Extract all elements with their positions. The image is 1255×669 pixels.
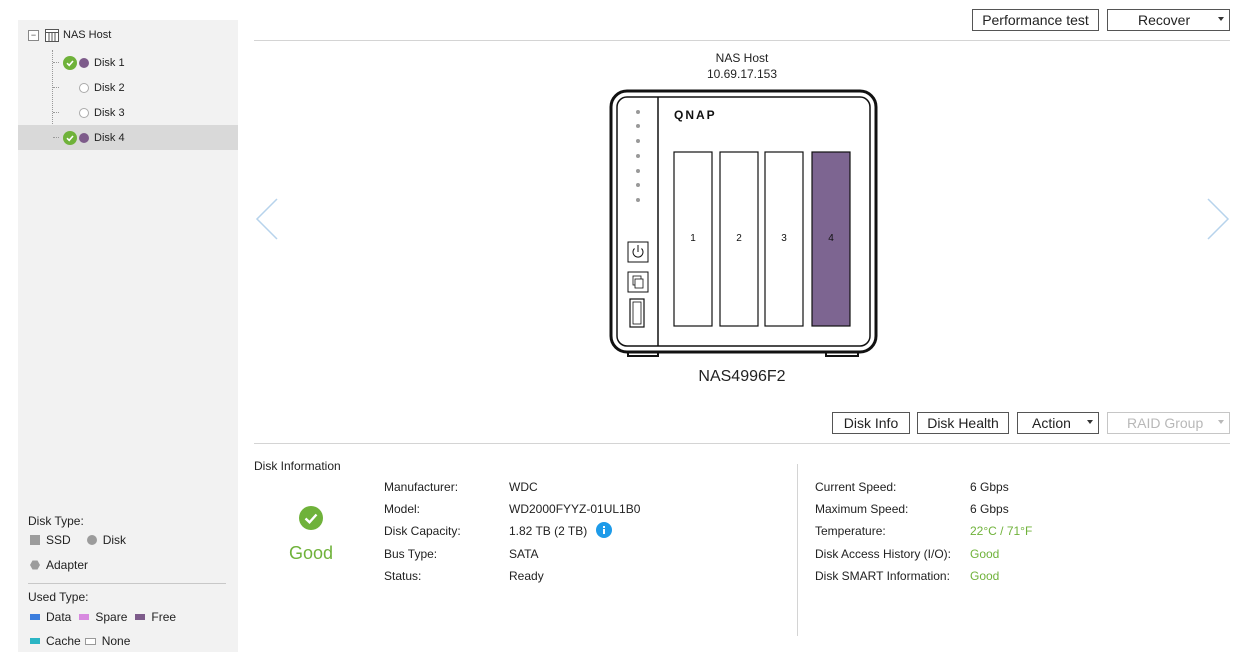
brand-logo: QNAP — [674, 108, 717, 122]
ssd-square-icon — [30, 535, 40, 545]
legend-label-data: Data — [46, 610, 72, 624]
tree-item-disk-1[interactable]: Disk 1 — [18, 50, 238, 75]
nas-device-image: QNAP 1 2 3 4 — [609, 89, 878, 357]
disk-section-divider — [254, 443, 1230, 444]
used-type-legend-row-2: Cache None — [30, 634, 138, 648]
status-label: Status: — [384, 569, 422, 583]
disk-capacity-label: Disk Capacity: — [384, 524, 461, 538]
info-icon[interactable] — [596, 522, 612, 538]
legend-label-free: Free — [151, 610, 177, 624]
nas-model-name: NAS4996F2 — [698, 368, 786, 385]
disk-smart-information-value[interactable]: Good — [970, 569, 999, 583]
bay-number: 3 — [781, 233, 787, 244]
legend-label-ssd: SSD — [46, 533, 71, 547]
bus-type-label: Bus Type: — [384, 547, 438, 561]
action-label: Action — [1032, 415, 1071, 431]
legend-label-spare: Spare — [95, 610, 128, 624]
disk-information-heading: Disk Information — [254, 459, 341, 473]
info-column-divider — [797, 464, 798, 636]
manufacturer-value: WDC — [509, 480, 538, 494]
status-value: Ready — [509, 569, 544, 583]
disk-health-button[interactable]: Disk Health — [917, 412, 1009, 434]
tree-item-disk-4[interactable]: Disk 4 — [18, 125, 238, 150]
disk-empty-dot-icon — [79, 107, 89, 118]
top-divider — [254, 40, 1230, 41]
performance-test-button[interactable]: Performance test — [972, 9, 1099, 31]
disk-access-history-value[interactable]: Good — [970, 547, 999, 561]
chevron-down-icon — [1218, 17, 1224, 21]
nas-host-icon — [45, 28, 59, 42]
recover-dropdown[interactable]: Recover — [1107, 9, 1230, 31]
temperature-value: 22°C / 71°F — [970, 524, 1033, 538]
legend-label-none: None — [101, 634, 131, 648]
tree-root-label: NAS Host — [63, 29, 112, 41]
good-status-check-icon — [299, 506, 323, 530]
used-type-legend-title: Used Type: — [28, 590, 89, 604]
collapse-toggle-icon[interactable]: − — [28, 29, 39, 41]
tree-item-label: Disk 1 — [94, 56, 125, 69]
sidebar-tree-panel: − NAS Host Disk 1 Disk 2 Disk 3 Disk 4 D… — [18, 20, 238, 652]
bus-type-value: SATA — [509, 547, 539, 561]
previous-arrow-icon[interactable] — [254, 197, 280, 241]
tree-item-disk-2[interactable]: Disk 2 — [18, 75, 238, 100]
disk-info-button[interactable]: Disk Info — [832, 412, 910, 434]
model-label: Model: — [384, 502, 421, 516]
free-swatch-icon — [135, 614, 146, 620]
cache-swatch-icon — [30, 638, 40, 644]
adapter-hexagon-icon — [30, 560, 40, 570]
drive-bay-4-selected[interactable]: 4 — [811, 151, 851, 327]
maximum-speed-value: 6 Gbps — [970, 502, 1009, 516]
nas-host-title: NAS Host — [715, 51, 769, 65]
disk-used-dot-icon — [79, 57, 89, 68]
legend-label-cache: Cache — [46, 634, 81, 648]
disk-smart-information-label: Disk SMART Information: — [815, 569, 950, 583]
drive-bay-2[interactable]: 2 — [719, 151, 759, 327]
chevron-down-icon — [1218, 420, 1224, 424]
data-swatch-icon — [30, 614, 40, 620]
disk-circle-icon — [86, 535, 97, 545]
spare-swatch-icon — [79, 614, 90, 620]
next-arrow-icon[interactable] — [1205, 197, 1231, 241]
manufacturer-label: Manufacturer: — [384, 480, 459, 494]
check-icon — [63, 55, 77, 70]
tree-item-label: Disk 4 — [94, 131, 125, 144]
adapter-legend-row: Adapter — [30, 558, 96, 572]
bay-number: 2 — [736, 233, 742, 244]
disk-used-dot-icon — [79, 132, 89, 143]
drive-bay-3[interactable]: 3 — [764, 151, 804, 327]
tree-item-disk-3[interactable]: Disk 3 — [18, 100, 238, 125]
disk-access-history-label: Disk Access History (I/O): — [815, 547, 952, 561]
none-swatch-icon — [84, 637, 96, 645]
disk-capacity-value: 1.82 TB (2 TB) — [509, 524, 588, 538]
raid-group-dropdown[interactable]: RAID Group — [1107, 412, 1230, 434]
tree-root-nas-host[interactable]: − NAS Host — [28, 26, 111, 44]
maximum-speed-label: Maximum Speed: — [815, 502, 909, 516]
disk-empty-dot-icon — [79, 82, 89, 93]
bay-number: 1 — [690, 233, 696, 244]
action-dropdown[interactable]: Action — [1017, 412, 1099, 434]
legend-label-adapter: Adapter — [46, 558, 89, 572]
bay-number: 4 — [828, 233, 834, 244]
check-icon — [63, 130, 77, 145]
temperature-label: Temperature: — [815, 524, 886, 538]
chevron-down-icon — [1087, 420, 1093, 424]
model-value: WD2000FYYZ-01UL1B0 — [509, 502, 641, 516]
tree-item-label: Disk 2 — [94, 81, 125, 94]
current-speed-value: 6 Gbps — [970, 480, 1009, 494]
drive-bay-1[interactable]: 1 — [673, 151, 713, 327]
raid-group-label: RAID Group — [1127, 415, 1204, 431]
legend-label-disk: Disk — [102, 533, 127, 547]
used-type-legend-row-1: Data Spare Free — [30, 610, 184, 624]
recover-label: Recover — [1138, 12, 1191, 28]
current-speed-label: Current Speed: — [815, 480, 897, 494]
overall-status-text: Good — [288, 543, 334, 563]
nas-ip-address: 10.69.17.153 — [706, 67, 778, 81]
disk-type-legend-row: SSD Disk — [30, 533, 134, 547]
tree-item-label: Disk 3 — [94, 106, 125, 119]
disk-type-legend-title: Disk Type: — [28, 514, 84, 528]
legend-divider — [28, 583, 226, 584]
